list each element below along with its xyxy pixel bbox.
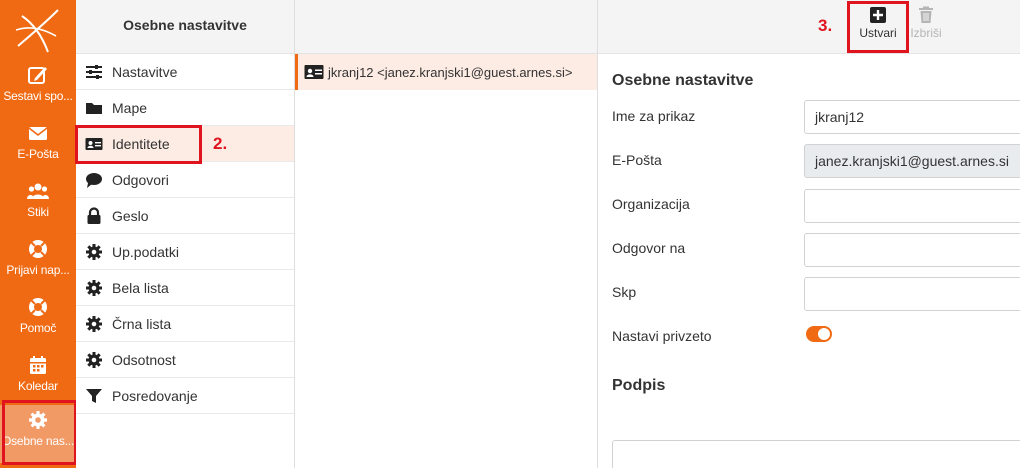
- nav-item-settings[interactable]: Osebne nas...: [0, 405, 76, 463]
- gear-icon: [86, 279, 102, 296]
- mail-app: Sestavi spo... E-Pošta Stiki Prijavi nap…: [0, 0, 1020, 468]
- display-name-field[interactable]: jkranj12: [804, 100, 1020, 134]
- settings-item-identities[interactable]: Identitete: [76, 126, 294, 162]
- settings-column: Osebne nastavitve Nastavitve Mape Identi…: [76, 0, 295, 468]
- nav-item-contacts[interactable]: Stiki: [0, 176, 76, 234]
- settings-item-userdata[interactable]: Up.podatki: [76, 234, 294, 270]
- settings-title: Osebne nastavitve: [76, 0, 294, 54]
- nav-item-label: Koledar: [18, 379, 58, 393]
- main-nav: Sestavi spo... E-Pošta Stiki Prijavi nap…: [0, 0, 76, 468]
- step-3-label: 3.: [818, 16, 833, 35]
- bcc-label: Skp: [612, 284, 637, 300]
- settings-item-label: Up.podatki: [112, 243, 179, 260]
- organization-field[interactable]: [804, 189, 1020, 223]
- settings-item-preferences[interactable]: Nastavitve: [76, 54, 294, 90]
- settings-item-label: Bela lista: [112, 279, 169, 296]
- email-label: E-Pošta: [612, 152, 662, 168]
- create-button[interactable]: Ustvari: [850, 4, 906, 48]
- settings-item-responses[interactable]: Odgovori: [76, 162, 294, 198]
- identity-item[interactable]: jkranj12 <janez.kranjski1@guest.arnes.si…: [295, 54, 597, 90]
- nav-item-mail[interactable]: E-Pošta: [0, 118, 76, 176]
- mail-icon: [28, 127, 48, 140]
- bcc-field[interactable]: [804, 277, 1020, 311]
- plus-square-icon: [870, 7, 886, 23]
- organization-label: Organizacija: [612, 196, 690, 212]
- nav-item-label: E-Pošta: [17, 147, 59, 161]
- delete-button[interactable]: Izbriši: [899, 4, 953, 48]
- identities-header: [295, 0, 597, 54]
- settings-item-label: Nastavitve: [112, 63, 178, 80]
- display-name-label: Ime za prikaz: [612, 108, 696, 124]
- gear-icon: [29, 411, 47, 429]
- nav-item-label: Osebne nas...: [1, 434, 75, 448]
- step-2-label: 2.: [213, 134, 228, 153]
- nav-item-help[interactable]: Pomoč: [0, 292, 76, 350]
- nav-item-label: Stiki: [27, 205, 49, 219]
- lifebuoy-icon: [29, 240, 47, 258]
- settings-item-folders[interactable]: Mape: [76, 90, 294, 126]
- reply-to-field[interactable]: [804, 233, 1020, 267]
- settings-item-label: Odsotnost: [112, 351, 176, 368]
- id-card-icon: [85, 137, 103, 150]
- settings-item-forwarding[interactable]: Posredovanje: [76, 378, 294, 414]
- settings-item-label: Črna lista: [112, 315, 172, 332]
- nav-item-label: Prijavi nap...: [6, 263, 70, 277]
- nav-item-compose[interactable]: Sestavi spo...: [0, 60, 76, 118]
- email-field[interactable]: janez.kranjski1@guest.arnes.si: [804, 144, 1020, 178]
- settings-item-label: Posredovanje: [112, 387, 198, 404]
- logo: [15, 9, 59, 53]
- delete-button-label: Izbriši: [910, 26, 942, 40]
- create-button-label: Ustvari: [859, 26, 897, 40]
- set-default-toggle[interactable]: [806, 326, 832, 342]
- settings-item-label: Identitete: [112, 135, 170, 152]
- identity-label: jkranj12 <janez.kranjski1@guest.arnes.si…: [328, 64, 573, 80]
- settings-item-whitelist[interactable]: Bela lista: [76, 270, 294, 306]
- settings-item-blacklist[interactable]: Črna lista: [76, 306, 294, 342]
- gear-icon: [86, 351, 102, 368]
- nav-item-label: Pomoč: [19, 321, 57, 335]
- compose-icon: [28, 67, 47, 84]
- settings-item-vacation[interactable]: Odsotnost: [76, 342, 294, 378]
- signature-editor[interactable]: [612, 440, 1020, 468]
- nav-item-report[interactable]: Prijavi nap...: [0, 234, 76, 292]
- gear-icon: [86, 243, 102, 260]
- settings-item-label: Mape: [112, 99, 148, 116]
- id-card-icon: [304, 65, 324, 79]
- nav-item-label: Sestavi spo...: [3, 89, 73, 103]
- set-default-label: Nastavi privzeto: [612, 328, 712, 344]
- sliders-icon: [86, 64, 102, 79]
- toolbar: Ustvari Izbriši: [598, 0, 1020, 54]
- contacts-icon: [27, 183, 49, 199]
- settings-item-label: Odgovori: [112, 171, 169, 188]
- form-title: Osebne nastavitve: [612, 72, 754, 89]
- identity-detail-pane: Ustvari Izbriši Osebne nastavitve Ime za…: [598, 0, 1020, 468]
- settings-item-password[interactable]: Geslo: [76, 198, 294, 234]
- help-icon: [29, 298, 47, 316]
- gear-icon: [86, 315, 102, 332]
- lock-icon: [87, 206, 101, 224]
- nav-item-calendar[interactable]: Koledar: [0, 350, 76, 408]
- identities-column: jkranj12 <janez.kranjski1@guest.arnes.si…: [295, 0, 598, 468]
- signature-title: Podpis: [612, 377, 666, 394]
- comment-icon: [86, 172, 102, 188]
- calendar-icon: [30, 356, 46, 374]
- filter-icon: [86, 388, 102, 403]
- settings-item-label: Geslo: [112, 207, 149, 224]
- folder-icon: [86, 102, 102, 114]
- trash-icon: [919, 6, 933, 23]
- reply-to-label: Odgovor na: [612, 240, 686, 256]
